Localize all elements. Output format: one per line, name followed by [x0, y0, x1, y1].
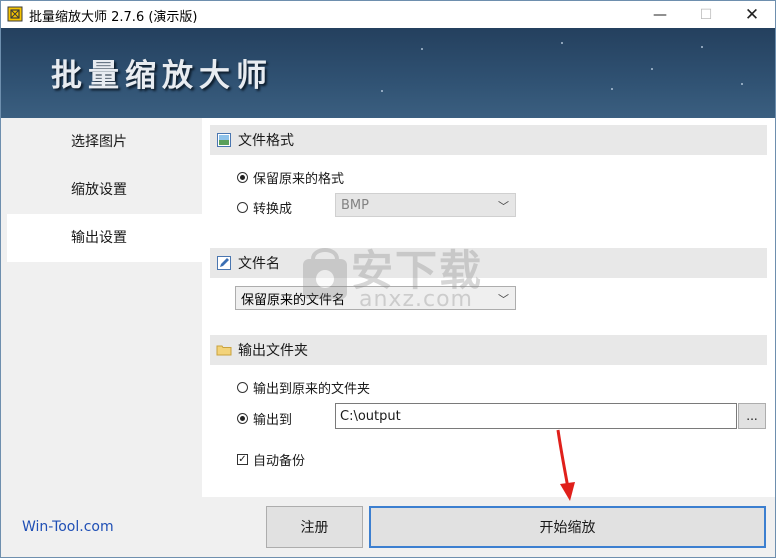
star-decoration [611, 88, 613, 90]
convert-format-label: 转换成 [253, 202, 293, 217]
sidebar-item-label: 选择图片 [71, 134, 127, 150]
chevron-down-icon: ﹀ [498, 293, 509, 306]
output-to-radio[interactable] [237, 413, 248, 424]
start-resize-button-label: 开始缩放 [539, 520, 596, 536]
star-decoration [651, 68, 653, 70]
output-original-label: 输出到原来的文件夹 [253, 382, 371, 397]
auto-backup-option[interactable]: ✓ 自动备份 [237, 450, 305, 469]
image-file-icon [217, 133, 231, 147]
shopping-bag-icon [303, 248, 347, 299]
auto-backup-checkbox[interactable]: ✓ [237, 454, 248, 465]
star-decoration [701, 46, 703, 48]
browse-folder-button[interactable]: ... [738, 403, 766, 429]
app-logo-icon [7, 6, 23, 22]
folder-icon [216, 345, 232, 356]
convert-format-radio-option[interactable]: 转换成 [237, 198, 292, 217]
output-folder-title: 输出文件夹 [238, 343, 308, 359]
auto-backup-label: 自动备份 [253, 454, 306, 469]
close-icon: ✕ [744, 4, 760, 25]
sidebar-item-output-settings[interactable]: 输出设置 [7, 214, 202, 262]
minimize-button[interactable]: — [637, 1, 683, 28]
star-decoration [741, 83, 743, 85]
output-original-radio-option[interactable]: 输出到原来的文件夹 [237, 378, 370, 397]
maximize-button[interactable]: ☐ [683, 1, 729, 28]
output-path-value: C:\output [340, 408, 401, 424]
close-button[interactable]: ✕ [729, 1, 775, 28]
banner-title: 批量缩放大师 [51, 58, 273, 94]
output-to-radio-option[interactable]: 输出到 [237, 409, 292, 428]
keep-format-label: 保留原来的格式 [253, 172, 345, 187]
star-decoration [381, 90, 383, 92]
convert-format-radio[interactable] [237, 202, 248, 213]
output-path-input[interactable]: C:\output [335, 403, 737, 429]
output-folder-header: 输出文件夹 [210, 335, 767, 365]
maximize-icon: ☐ [699, 6, 713, 23]
keep-format-radio-option[interactable]: 保留原来的格式 [237, 168, 344, 187]
title-bar[interactable]: 批量缩放大师 2.7.6 (演示版) — ☐ ✕ [1, 1, 775, 28]
edit-icon [217, 256, 231, 270]
header-banner: 批量缩放大师 [1, 28, 775, 118]
annotation-arrow-icon [556, 429, 575, 501]
sidebar-item-label: 输出设置 [71, 230, 127, 246]
footer-bar: Win-Tool.com 注册 开始缩放 [1, 497, 775, 557]
browse-button-label: ... [746, 409, 758, 423]
convert-format-select[interactable]: BMP ﹀ [335, 193, 516, 217]
window-title: 批量缩放大师 2.7.6 (演示版) [29, 10, 198, 25]
website-link[interactable]: Win-Tool.com [22, 519, 114, 535]
file-format-title: 文件格式 [238, 133, 294, 149]
output-original-radio[interactable] [237, 382, 248, 393]
sidebar: 选择图片 缩放设置 输出设置 [1, 118, 202, 497]
register-button-label: 注册 [300, 520, 329, 536]
register-button[interactable]: 注册 [266, 506, 363, 548]
output-to-label: 输出到 [253, 413, 293, 428]
watermark-logo: 安下载 anxz.com [299, 237, 499, 317]
file-format-header: 文件格式 [210, 125, 767, 155]
sidebar-item-label: 缩放设置 [71, 182, 127, 198]
watermark-text-en: anxz.com [359, 287, 473, 312]
chevron-down-icon: ﹀ [498, 200, 509, 213]
star-decoration [561, 42, 563, 44]
star-decoration [421, 48, 423, 50]
minimize-icon: — [653, 6, 667, 23]
keep-format-radio[interactable] [237, 172, 248, 183]
app-window: 批量缩放大师 2.7.6 (演示版) — ☐ ✕ 批量缩放大师 选择图片 缩放设… [0, 0, 776, 558]
filename-title: 文件名 [238, 256, 280, 272]
convert-format-value: BMP [341, 197, 369, 213]
start-resize-button[interactable]: 开始缩放 [369, 506, 766, 548]
sidebar-item-resize-settings[interactable]: 缩放设置 [7, 166, 202, 214]
sidebar-item-select-images[interactable]: 选择图片 [7, 118, 202, 166]
